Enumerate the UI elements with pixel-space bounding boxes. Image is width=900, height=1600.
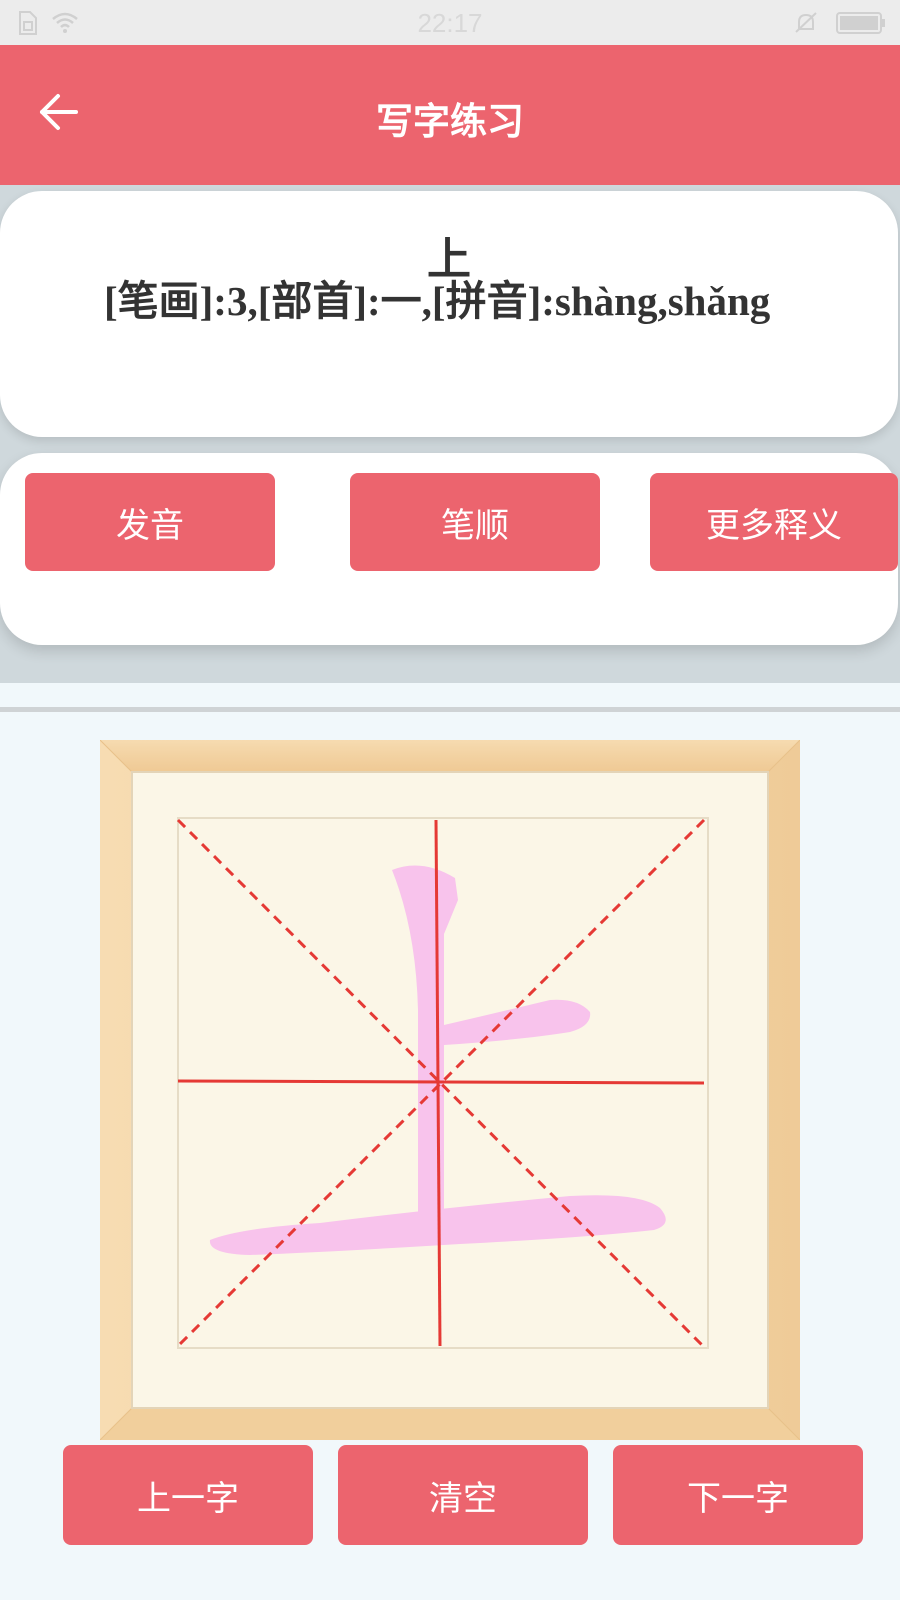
character-info-card: 上 [笔画]:3,[部首]:一,[拼音]:shàng,shǎng [0, 191, 898, 437]
next-character-button[interactable]: 下一字 [613, 1445, 863, 1545]
character-card-area: 上 [笔画]:3,[部首]:一,[拼音]:shàng,shǎng 发音 笔顺 更… [0, 185, 900, 683]
battery-icon [836, 12, 885, 34]
page-title: 写字练习 [376, 100, 524, 143]
character-detail: [笔画]:3,[部首]:一,[拼音]:shàng,shǎng [104, 278, 771, 324]
app-bar: 写字练习 [0, 45, 900, 185]
writing-board[interactable] [100, 740, 800, 1440]
mute-icon [795, 12, 817, 33]
more-definitions-button[interactable]: 更多释义 [650, 473, 898, 571]
section-divider [0, 707, 900, 712]
horizontal-guide-line [177, 1079, 705, 1085]
previous-character-button[interactable]: 上一字 [63, 1445, 313, 1545]
action-card: 发音 笔顺 更多释义 [0, 453, 898, 645]
stroke-order-button[interactable]: 笔顺 [350, 473, 600, 571]
status-bar: 22:17 [0, 0, 900, 45]
clear-button[interactable]: 清空 [338, 1445, 588, 1545]
status-time: 22:17 [417, 8, 483, 38]
pronounce-button[interactable]: 发音 [25, 473, 275, 571]
